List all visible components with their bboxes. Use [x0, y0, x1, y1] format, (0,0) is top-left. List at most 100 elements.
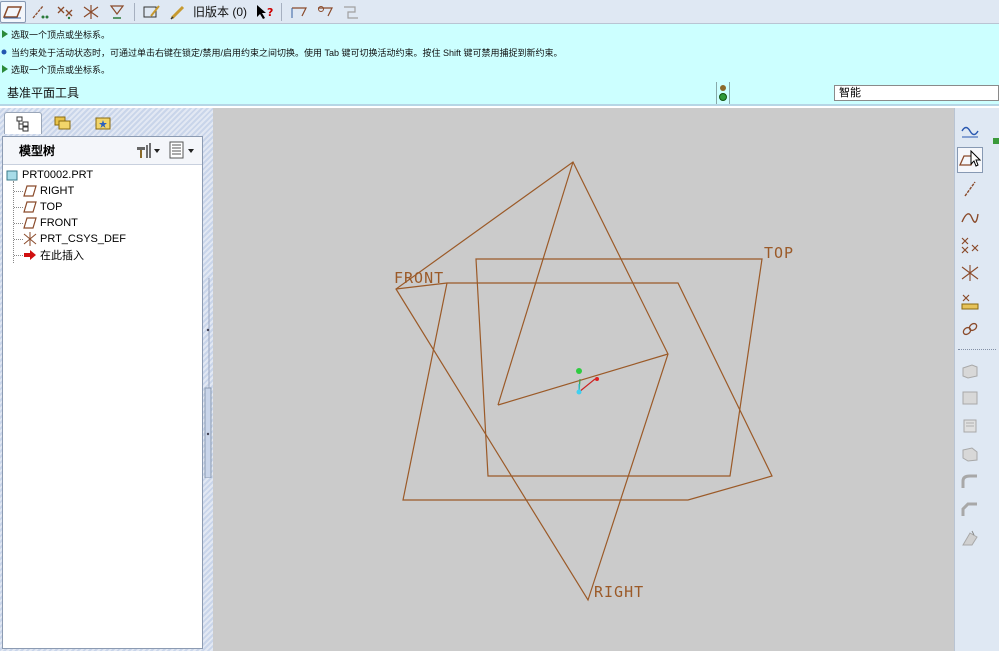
right-datum-plane[interactable] [395, 161, 669, 602]
datum-csys-button[interactable] [78, 1, 104, 23]
model-tree: PRT0002.PRT RIGHT TOP FRONT PRT_CSYS_DEF… [5, 167, 201, 263]
datum-plane-icon [23, 216, 37, 230]
datum-plane-icon [23, 200, 37, 214]
message-area: 选取一个顶点或坐标系。 当约束处于活动状态时，可通过单击右键在锁定/禁用/启用约… [0, 24, 999, 78]
datum-plane-list-icon [291, 6, 307, 18]
curve-tool-button[interactable] [957, 118, 983, 144]
tree-item-label: 在此插入 [40, 250, 84, 262]
top-plane-tag: TOP [764, 244, 794, 262]
tree-item-top[interactable]: TOP [5, 199, 201, 215]
csys-icon [961, 265, 979, 281]
sweep-icon [963, 419, 977, 433]
datum-axis-icon [32, 5, 49, 18]
navigator-panel: 模型树 PRT0002.PRT RIGHT TOP FRONT PRT_CSYS… [0, 108, 213, 651]
tab-folder-browser[interactable] [44, 112, 82, 134]
tree-settings-button[interactable] [134, 141, 160, 163]
datum-axis-icon [964, 181, 976, 197]
datum-point-icon [961, 237, 979, 254]
legacy-version-label[interactable]: 旧版本 (0) [193, 3, 247, 20]
chamfer-button[interactable] [957, 497, 983, 523]
model-viewport[interactable]: FRONT TOP RIGHT [213, 108, 954, 651]
edit-button[interactable] [165, 1, 191, 23]
tree-item-csys[interactable]: PRT_CSYS_DEF [5, 231, 201, 247]
tree-item-right[interactable]: RIGHT [5, 183, 201, 199]
tools-hammer-icon [137, 143, 160, 158]
tree-item-label: PRT0002.PRT [22, 169, 94, 181]
ref-plane-button[interactable] [312, 1, 338, 23]
model-tree-panel: 模型树 PRT0002.PRT RIGHT TOP FRONT PRT_CSYS… [2, 136, 203, 649]
datum-curve-button[interactable] [957, 204, 983, 230]
tree-item-label: PRT_CSYS_DEF [40, 233, 126, 245]
datum-axis-button[interactable] [957, 176, 983, 202]
tree-options [134, 141, 196, 163]
prompt-triangle-icon [0, 64, 10, 74]
regen-status-icon[interactable] [716, 82, 730, 104]
analysis-feature-button[interactable] [957, 288, 983, 314]
blend-icon [962, 447, 978, 462]
blend-button[interactable] [957, 441, 983, 467]
tree-item-insert-here[interactable]: 在此插入 [5, 247, 201, 263]
draft-button[interactable] [957, 525, 983, 551]
tree-show-button[interactable] [168, 141, 196, 163]
datum-plane-button[interactable] [957, 147, 983, 173]
chain-link-icon [962, 322, 978, 336]
ref-plane-icon [318, 5, 333, 16]
graphics-window[interactable]: FRONT TOP RIGHT [213, 108, 954, 651]
sweep-button[interactable] [957, 413, 983, 439]
toolbar-separator [281, 2, 283, 21]
datum-axis-button[interactable] [26, 1, 52, 23]
analysis-icon [961, 294, 979, 310]
message-text: 选取一个顶点或坐标系。 [11, 64, 111, 75]
disabled-tool-icon [344, 5, 359, 19]
tree-item-front[interactable]: FRONT [5, 215, 201, 231]
revolve-button[interactable] [957, 385, 983, 411]
tab-favorites[interactable] [84, 112, 122, 134]
extrude-button[interactable] [957, 357, 983, 383]
tree-item-label: RIGHT [40, 185, 75, 197]
tree-item-label: TOP [40, 201, 63, 213]
front-plane-tag: FRONT [394, 269, 444, 287]
context-help-button[interactable]: ? [251, 1, 277, 23]
selection-filter[interactable]: 智能 [834, 85, 999, 101]
pencil-icon [170, 5, 185, 20]
datum-plane-cursor-icon [959, 150, 981, 167]
analysis-button[interactable] [104, 1, 130, 23]
analysis-icon [109, 4, 125, 19]
csys-button[interactable] [957, 260, 983, 286]
revolve-icon [962, 391, 978, 405]
chamfer-icon [961, 502, 977, 516]
model-tree-header: 模型树 [3, 137, 202, 165]
datum-plane-button[interactable] [0, 0, 26, 23]
tree-item-part[interactable]: PRT0002.PRT [5, 167, 201, 183]
tree-item-label: FRONT [40, 217, 78, 229]
message-line: 当约束处于活动状态时，可通过单击右键在锁定/禁用/启用约束之间切换。使用 Tab… [0, 44, 563, 60]
extrude-icon [962, 364, 978, 379]
wave-curve-icon [961, 126, 979, 138]
favorites-folder-icon [95, 117, 111, 130]
panel-splitter[interactable] [203, 278, 213, 479]
top-toolbar: 旧版本 (0) ? [0, 0, 999, 24]
datum-plane-list-button[interactable] [286, 1, 312, 23]
folders-icon [54, 116, 71, 130]
round-icon [961, 474, 977, 488]
message-text: 当约束处于活动状态时，可通过单击右键在锁定/禁用/启用约束之间切换。使用 Tab… [11, 47, 563, 58]
svg-text:?: ? [267, 6, 273, 19]
datum-point-button[interactable] [52, 1, 78, 23]
sketch-button[interactable] [139, 1, 165, 23]
message-line: 选取一个顶点或坐标系。 [0, 61, 110, 77]
model-tree-label: 模型树 [19, 144, 56, 158]
help-cursor-icon: ? [257, 4, 273, 19]
curve-icon [961, 213, 979, 223]
draft-icon [962, 530, 978, 546]
link-button[interactable] [957, 316, 983, 342]
datum-point-button[interactable] [957, 232, 983, 258]
csys-triad-icon [576, 368, 599, 395]
tab-model-tree[interactable] [4, 112, 42, 134]
round-button[interactable] [957, 469, 983, 495]
sketch-icon [143, 4, 160, 17]
front-datum-plane[interactable] [402, 282, 773, 501]
disabled-tool-button[interactable] [338, 1, 364, 23]
part-icon [5, 168, 19, 182]
tool-status-bar: 基准平面工具 智能 [0, 78, 999, 106]
message-line: 选取一个顶点或坐标系。 [0, 26, 110, 42]
